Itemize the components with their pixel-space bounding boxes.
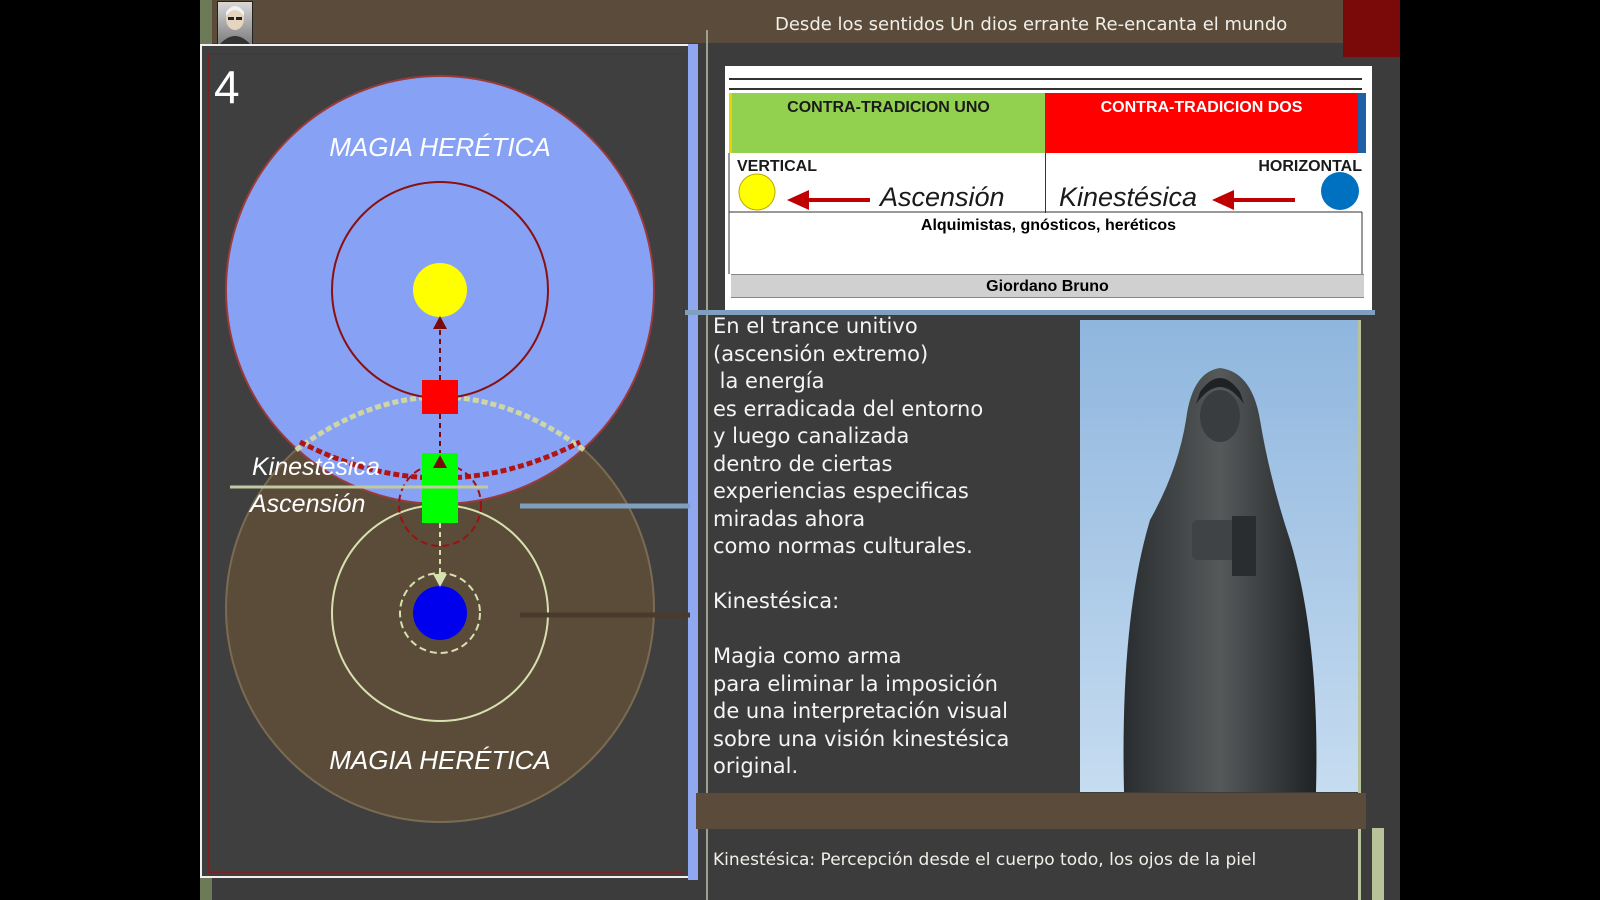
slide-number: 4 (214, 61, 240, 113)
word-ascension: Ascensión (880, 182, 1005, 212)
portrait-icon (220, 6, 250, 44)
row-groups: Alquimistas, gnósticos, heréticos (920, 217, 1177, 234)
word-kinestesica: Kinestésica (1059, 182, 1198, 212)
arrow-left-2-head (1212, 190, 1234, 210)
slide: Desde los sentidos Un dios errante Re-en… (200, 0, 1400, 900)
earth-node (413, 586, 467, 640)
author-avatar (217, 1, 253, 45)
sun-node (413, 263, 467, 317)
red-node (422, 380, 458, 414)
right-accent-strip (1372, 828, 1384, 900)
vertical-divider (706, 30, 708, 900)
giordano-bruno-statue-image (1080, 320, 1358, 792)
yellow-dot (738, 173, 776, 211)
body-text: En el trance unitivo (ascensión extremo)… (713, 314, 1010, 778)
bottom-title: MAGIA HERÉTICA (329, 745, 551, 775)
row-giordano-bruno: Giordano Bruno (731, 274, 1364, 298)
footer-definition: Kinestésica: Percepción desde el cuerpo … (713, 850, 1257, 870)
header-accent-box (1343, 0, 1400, 57)
kinestesica-label: Kinestésica (252, 453, 380, 481)
bottom-bar (696, 793, 1366, 829)
ascension-label: Ascensión (248, 490, 365, 518)
magic-diagram: MAGIA HERÉTICA MAGIA HERÉTICA Kinestésic… (225, 75, 690, 823)
blue-dot (1321, 172, 1359, 210)
arrow-left-1-head (787, 190, 809, 210)
contra-tradition-table: CONTRA-TRADICION UNO CONTRA-TRADICION DO… (725, 66, 1372, 310)
header-nav-text: Desde los sentidos Un dios errante Re-en… (775, 14, 1288, 35)
top-title: MAGIA HERÉTICA (329, 132, 551, 162)
